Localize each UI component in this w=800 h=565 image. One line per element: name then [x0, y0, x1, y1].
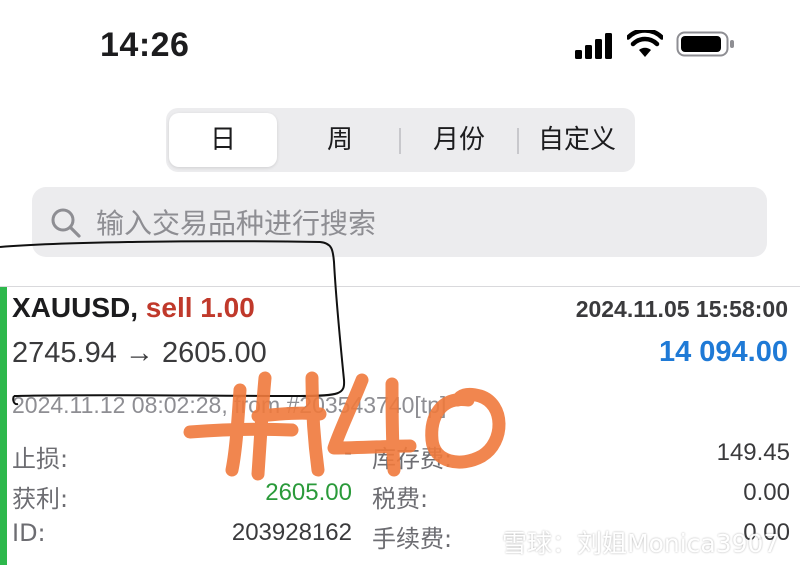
status-bar: 14:26 — [0, 0, 800, 90]
take-profit-value: 2605.00 — [265, 479, 352, 506]
tax-value: 0.00 — [743, 479, 790, 506]
commission-label: 手续费: — [372, 525, 453, 553]
swap-label: 库存费: — [372, 445, 453, 473]
stop-loss-value: - — [344, 439, 352, 466]
segment-divider — [517, 128, 519, 154]
search-icon — [51, 208, 81, 238]
tab-custom[interactable]: 自定义 — [521, 113, 633, 167]
watermark: 雪球：刘姐Monica3907 — [502, 529, 780, 558]
tab-month[interactable]: 月份 — [403, 113, 515, 167]
section-divider — [0, 286, 800, 287]
search-bar[interactable] — [32, 187, 767, 257]
trade-profit: 14 094.00 — [658, 336, 788, 368]
order-id-value: 203928162 — [231, 519, 352, 546]
take-profit-label: 获利: — [12, 485, 69, 513]
profit-indicator-bar — [0, 287, 7, 565]
segment-divider — [399, 128, 401, 154]
tax-label: 税费: — [372, 485, 429, 513]
stop-loss-label: 止损: — [12, 445, 69, 473]
status-time: 14:26 — [100, 26, 190, 64]
swap-value: 149.45 — [716, 439, 790, 466]
period-segmented-control: 日 周 月份 自定义 — [166, 108, 635, 172]
trade-side: sell 1.00 — [145, 292, 255, 323]
trade-price-path: 2745.94 → 2605.00 — [12, 337, 267, 369]
trade-meta: 2024.11.12 08:02:28, from #203543740[tp] — [12, 392, 447, 418]
battery-icon — [676, 31, 734, 57]
tab-week[interactable]: 周 — [284, 113, 396, 167]
trade-symbol-line[interactable]: XAUUSD, sell 1.00 — [12, 292, 255, 324]
order-id-label: ID: — [12, 519, 46, 547]
cellular-signal-icon — [575, 33, 612, 59]
search-input[interactable] — [94, 199, 738, 247]
tab-day[interactable]: 日 — [169, 113, 277, 167]
trade-close-time: 2024.11.05 15:58:00 — [575, 296, 788, 322]
trade-symbol: XAUUSD, — [12, 292, 139, 323]
wifi-icon — [627, 30, 663, 57]
